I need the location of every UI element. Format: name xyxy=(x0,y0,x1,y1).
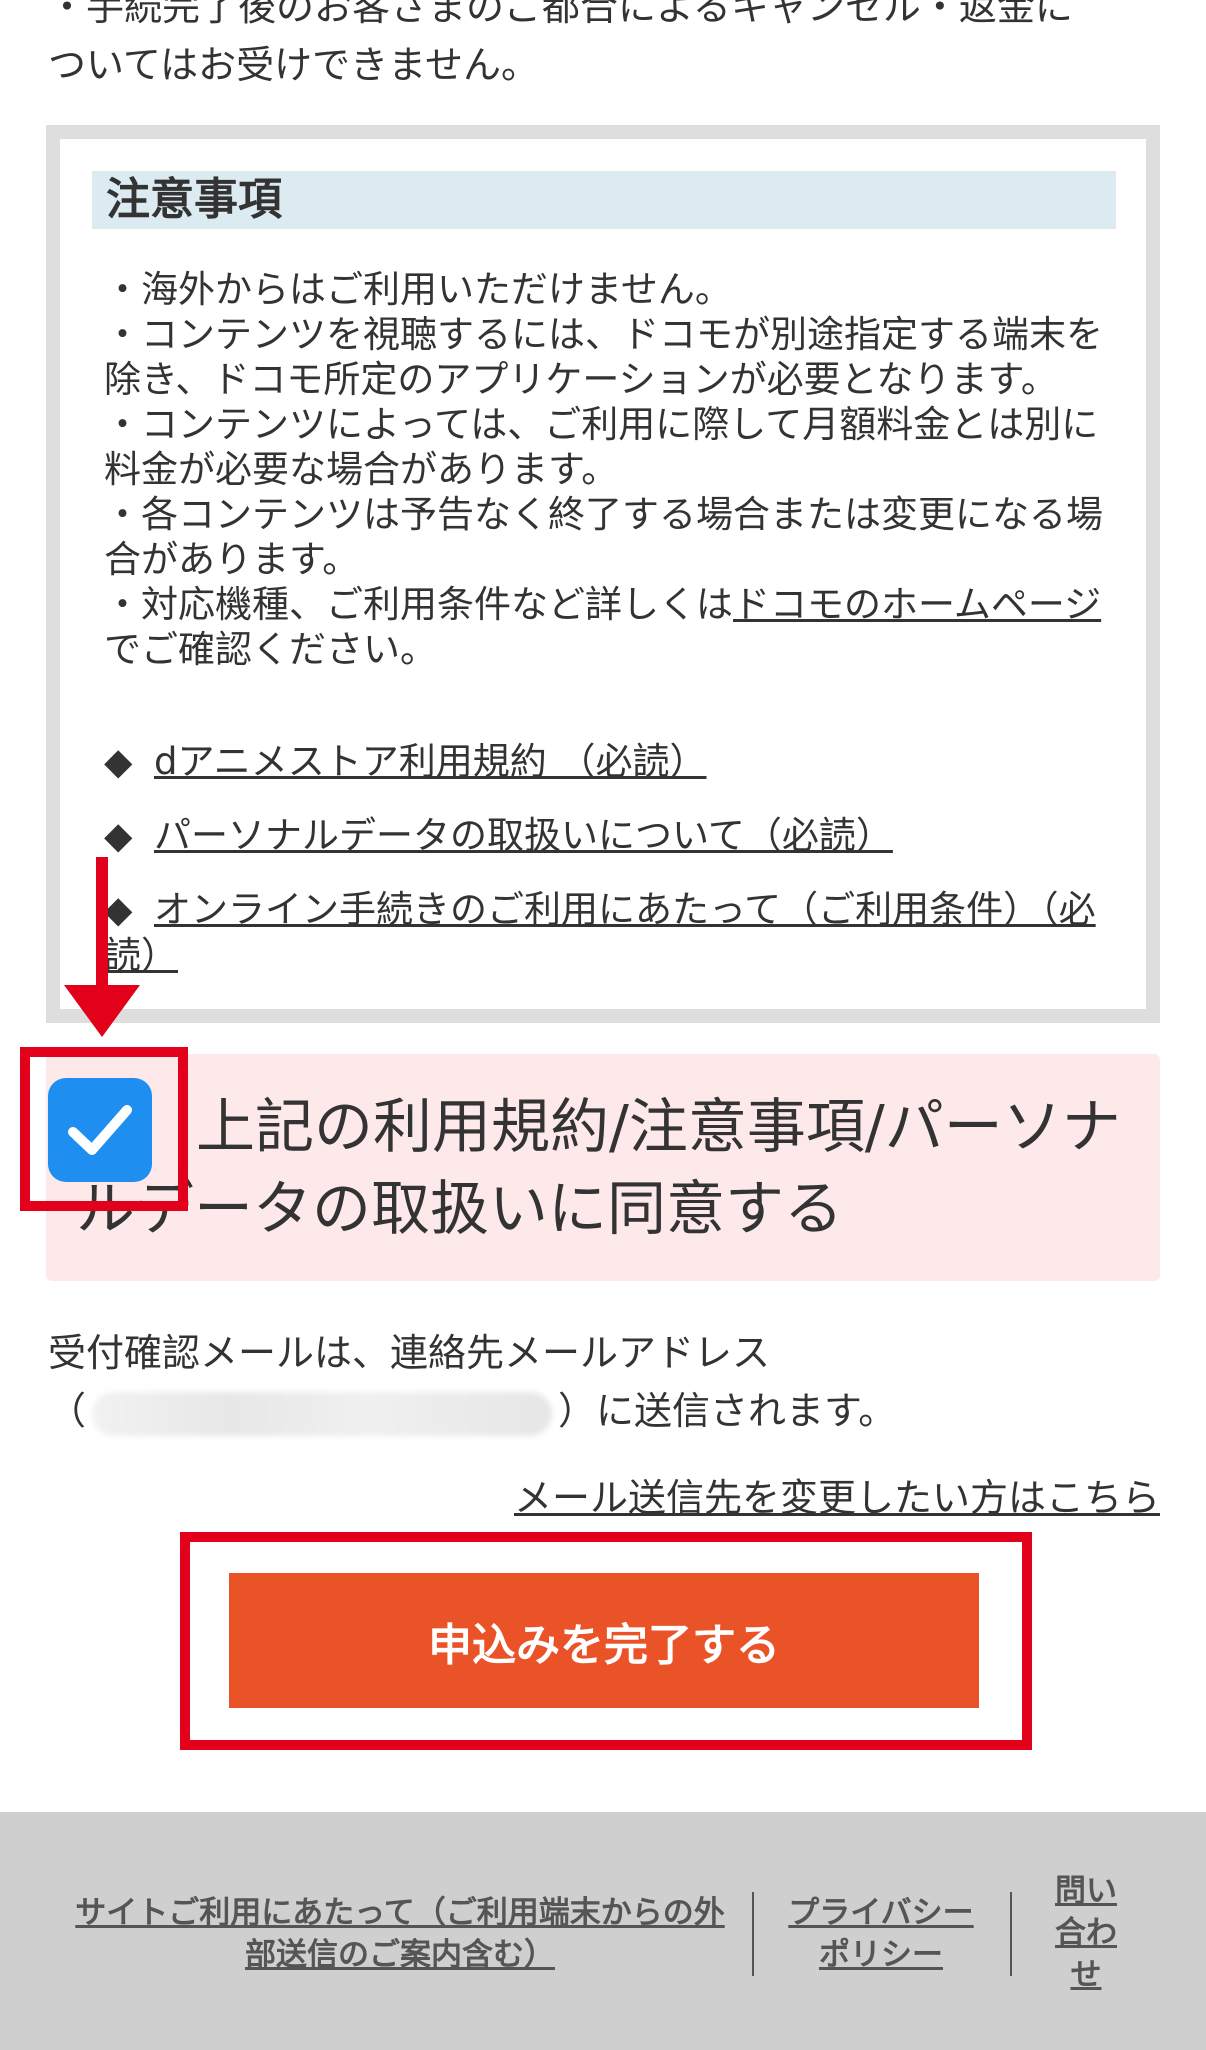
open-paren: （ xyxy=(48,1389,87,1433)
danime-terms-link[interactable]: dアニメストア利用規約 （必読） xyxy=(154,740,707,783)
list-item: ◆ パーソナルデータの取扱いについて（必読） xyxy=(104,813,1134,859)
notice-item-prefix: ・対応機種、ご利用条件など詳しくは xyxy=(104,583,733,626)
change-mail-link[interactable]: メール送信先を変更したい方はこちら xyxy=(514,1470,1160,1526)
intro-line-2: ついてはお受けできません。 xyxy=(48,43,539,87)
list-item: ◆ dアニメストア利用規約 （必読） xyxy=(104,739,1134,785)
personal-data-link[interactable]: パーソナルデータの取扱いについて（必読） xyxy=(154,814,893,857)
notice-body: ・海外からはご利用いただけません。 ・コンテンツを視聴するには、ドコモが別途指定… xyxy=(104,267,1124,672)
mail-line-2: （ ）に送信されます。 xyxy=(48,1382,1168,1440)
notice-item: ・各コンテンツは予告なく終了する場合または変更になる場合があります。 xyxy=(104,493,1103,581)
docomo-homepage-link[interactable]: ドコモのホームページ xyxy=(733,583,1101,626)
terms-link-list: ◆ dアニメストア利用規約 （必読） ◆ パーソナルデータの取扱いについて（必読） … xyxy=(104,739,1134,1007)
list-item: ◆ オンライン手続きのご利用にあたって（ご利用条件）（必読） xyxy=(104,887,1134,979)
notice-item: ・海外からはご利用いただけません。 xyxy=(104,268,732,311)
diamond-icon: ◆ xyxy=(104,740,133,783)
intro-line-1: ・手続完了後のお客さまのご都合によるキャンセル・返金に xyxy=(48,0,1073,29)
notice-item: ・コンテンツを視聴するには、ドコモが別途指定する端末を除き、ドコモ所定のアプリケ… xyxy=(104,313,1103,401)
footer-contact-link[interactable]: 問い合わせ xyxy=(1046,1870,1126,1996)
mail-send-text: ）に送信されます。 xyxy=(558,1389,897,1433)
notice-box: 注意事項 ・海外からはご利用いただけません。 ・コンテンツを視聴するには、ドコモ… xyxy=(46,125,1160,1023)
red-arrow-down-icon xyxy=(64,985,140,1037)
notice-item: ・コンテンツによっては、ご利用に際して月額料金とは別に料金が必要な場合があります… xyxy=(104,403,1099,491)
notice-item: ・対応機種、ご利用条件など詳しくはドコモのホームページでご確認ください。 xyxy=(104,582,1124,672)
red-arrow-shaft xyxy=(96,857,108,989)
online-procedure-terms-link[interactable]: オンライン手続きのご利用にあたって（ご利用条件）（必読） xyxy=(104,888,1096,977)
intro-note: ・手続完了後のお客さまのご都合によるキャンセル・返金に ついてはお受けできません… xyxy=(48,0,1168,94)
agreement-area[interactable]: 上記の利用規約/注意事項/パーソナルデータの取扱いに同意する xyxy=(46,1054,1160,1281)
complete-application-button[interactable]: 申込みを完了する xyxy=(229,1573,979,1708)
footer-privacy-link[interactable]: プライバシーポリシー xyxy=(776,1892,986,1976)
diamond-icon: ◆ xyxy=(104,888,133,931)
checkbox-highlight-frame xyxy=(20,1047,188,1211)
notice-header: 注意事項 xyxy=(92,171,1116,229)
footer-site-usage-link[interactable]: サイトご利用にあたって（ご利用端末からの外部送信のご案内含む） xyxy=(70,1892,730,1976)
diamond-icon: ◆ xyxy=(104,814,133,857)
agreement-label[interactable]: 上記の利用規約/注意事項/パーソナルデータの取扱いに同意する xyxy=(76,1086,1136,1250)
notice-item-suffix: でご確認ください。 xyxy=(104,628,437,671)
footer-divider xyxy=(752,1892,754,1976)
blurred-email-address xyxy=(92,1391,553,1436)
mail-line-1: 受付確認メールは、連絡先メールアドレス xyxy=(48,1331,771,1375)
footer-divider xyxy=(1010,1892,1012,1976)
notice-title: 注意事項 xyxy=(106,174,282,225)
footer: サイトご利用にあたって（ご利用端末からの外部送信のご案内含む） プライバシーポリ… xyxy=(0,1812,1206,2050)
mail-notice: 受付確認メールは、連絡先メールアドレス （ ）に送信されます。 xyxy=(48,1324,1168,1440)
